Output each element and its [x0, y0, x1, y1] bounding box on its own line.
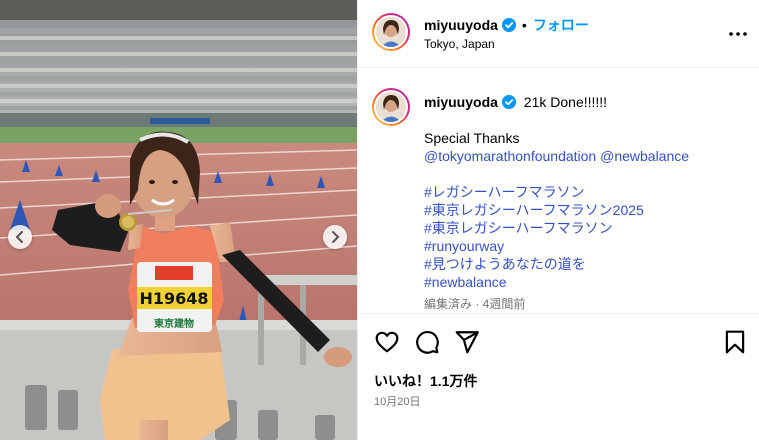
comment-icon	[416, 331, 439, 354]
header-user-line: miyuuyoda • フォロー	[424, 15, 589, 35]
avatar-image	[376, 92, 406, 122]
mention-link[interactable]: @newbalance	[600, 148, 689, 164]
more-icon	[729, 32, 747, 36]
more-options-button[interactable]	[726, 24, 750, 44]
hashtag-link[interactable]: #東京レガシーハーフマラソン	[424, 220, 613, 236]
post-date[interactable]: 10月20日	[374, 393, 420, 409]
hashtag-link[interactable]: #runyourway	[424, 238, 504, 254]
bookmark-icon	[725, 330, 745, 354]
hashtag-link[interactable]: #レガシーハーフマラソン	[424, 184, 585, 200]
photo-image: H19648 東京建物	[0, 0, 357, 440]
follow-button[interactable]: フォロー	[533, 17, 589, 33]
caption-text: miyuuyoda 21k Done!!!!!! Special Thanks …	[424, 93, 744, 291]
hashtag-link[interactable]: #newbalance	[424, 274, 507, 290]
caption-avatar[interactable]	[372, 88, 410, 126]
post-photo[interactable]: H19648 東京建物	[0, 0, 357, 440]
caption-first-line: 21k Done!!!!!!	[523, 94, 608, 110]
verified-icon	[501, 95, 516, 113]
comment-button[interactable]	[414, 329, 440, 355]
action-bar: いいね！1.1万件 10月20日	[358, 313, 759, 440]
share-button[interactable]	[454, 329, 480, 355]
edited-timestamp: 編集済み · 4週間前	[424, 297, 526, 311]
caption-username[interactable]: miyuuyoda	[424, 94, 498, 110]
avatar-image	[376, 17, 406, 47]
caption-thanks: Special Thanks	[424, 130, 520, 146]
like-count[interactable]: いいね！1.1万件	[374, 371, 477, 391]
post-header: miyuuyoda • フォロー Tokyo, Japan	[358, 0, 759, 68]
header-username[interactable]: miyuuyoda	[424, 17, 498, 33]
send-icon	[455, 331, 479, 354]
like-button[interactable]	[374, 329, 400, 355]
hashtag-link[interactable]: #東京レガシーハーフマラソン2025	[424, 202, 644, 218]
location-link[interactable]: Tokyo, Japan	[424, 37, 495, 51]
heart-icon	[375, 331, 399, 353]
mention-link[interactable]: @tokyomarathonfoundation	[424, 148, 596, 164]
carousel-prev-button[interactable]	[8, 225, 32, 249]
verified-icon	[501, 18, 516, 35]
caption-section: miyuuyoda 21k Done!!!!!! Special Thanks …	[358, 69, 759, 313]
carousel-next-button[interactable]	[323, 225, 347, 249]
hashtag-link[interactable]: #見つけようあなたの道を	[424, 256, 586, 272]
bib-sponsor: 東京建物	[154, 317, 194, 330]
bib-number: H19648	[139, 289, 208, 308]
avatar[interactable]	[372, 13, 410, 51]
separator-dot: •	[521, 17, 527, 33]
save-button[interactable]	[722, 329, 748, 355]
post-panel: miyuuyoda • フォロー Tokyo, Japan miyuuyoda	[357, 0, 759, 440]
chevron-right-icon	[332, 231, 340, 243]
chevron-left-icon	[15, 231, 23, 243]
